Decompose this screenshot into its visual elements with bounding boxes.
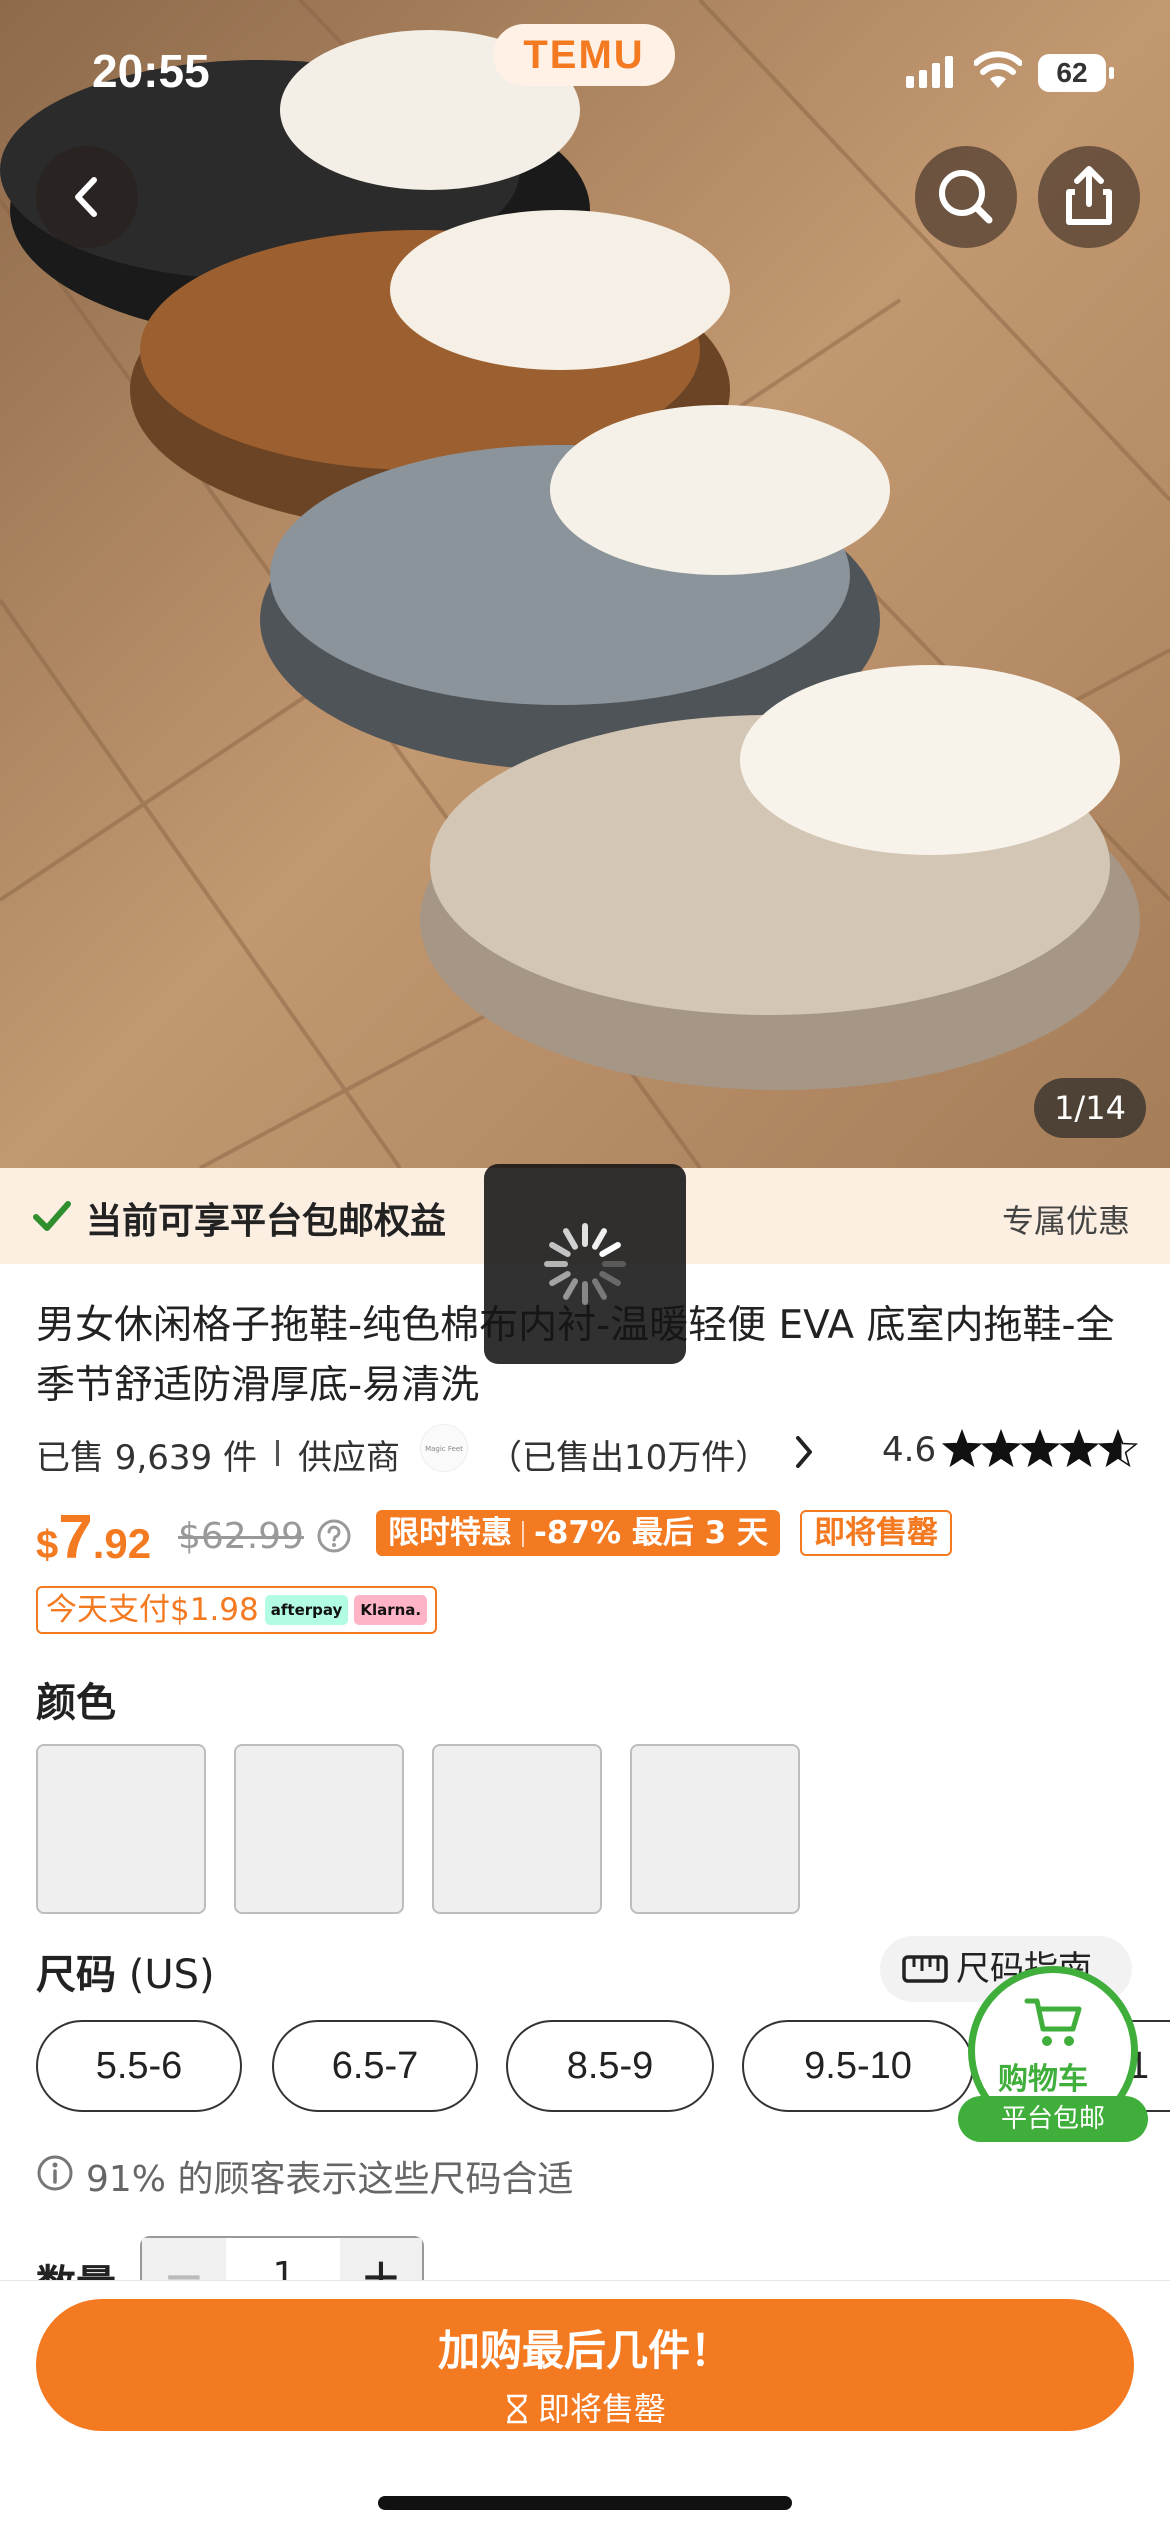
info-icon <box>37 2155 73 2191</box>
sales-supplier-row: 已售 9,639 件 供应商 Magic Feet （已售出10万件） 4.6 <box>36 1424 1146 1480</box>
bottom-action-bar: 加购最后几件！ 即将售罄 <box>0 2280 1170 2532</box>
temu-logo: TEMU <box>493 24 675 86</box>
spinner-spoke <box>599 1271 621 1286</box>
current-price: $7.92 <box>36 1502 151 1573</box>
back-button[interactable] <box>36 146 138 248</box>
rating-value[interactable]: 4.6 <box>882 1430 936 1470</box>
loading-overlay <box>484 1164 686 1364</box>
star-icon <box>1058 1428 1100 1468</box>
size-label-text: 尺码 <box>36 1952 116 1998</box>
signal-icon <box>906 56 953 88</box>
size-option[interactable]: 8.5-9 <box>506 2020 714 2112</box>
search-icon <box>939 170 993 224</box>
spinner-spoke <box>549 1242 571 1257</box>
price-currency: $ <box>36 1523 59 1567</box>
cta-sub-label: 即将售罄 <box>36 2384 1134 2430</box>
spinner-spoke <box>599 1242 621 1257</box>
share-button[interactable] <box>1038 146 1140 248</box>
free-shipping-tag: 平台包邮 <box>958 2096 1148 2142</box>
help-icon[interactable] <box>316 1518 352 1554</box>
cart-icon <box>1024 1998 1082 2046</box>
ruler-icon <box>902 1955 948 1983</box>
divider <box>276 1440 279 1466</box>
wifi-icon <box>974 51 1022 88</box>
star-icon <box>1019 1428 1061 1468</box>
size-fit-note: 91% 的顾客表示这些尺码合适 <box>36 2150 573 2202</box>
color-label: 颜色 <box>36 1680 116 1726</box>
afterpay-logo: afterpay <box>264 1595 349 1625</box>
star-icon <box>980 1428 1022 1468</box>
floating-cart-button[interactable]: 购物车 平台包邮 <box>958 1966 1148 2146</box>
check-icon <box>33 1201 71 1231</box>
klarna-logo: Klarna. <box>354 1595 428 1625</box>
pay-later-row[interactable]: 今天支付$1.98 afterpay Klarna. <box>36 1586 438 1634</box>
share-icon <box>1066 166 1112 225</box>
star-icon <box>1097 1428 1139 1468</box>
supplier-logo[interactable]: Magic Feet <box>420 1424 468 1472</box>
supplier-sold-count[interactable]: （已售出10万件） <box>488 1430 769 1479</box>
spinner-spoke <box>563 1278 578 1300</box>
size-unit: (US) <box>128 1952 215 1998</box>
limited-deal-badge: 限时特惠 -87% 最后 3 天 <box>376 1510 781 1556</box>
fit-note-text: 91% 的顾客表示这些尺码合适 <box>86 2159 574 2200</box>
pay-today-text: 今天支付$1.98 <box>46 1592 259 1628</box>
rating-stars[interactable] <box>942 1428 1142 1472</box>
promo-divider <box>522 1521 524 1547</box>
benefit-text: 当前可享平台包邮权益 <box>86 1201 447 1242</box>
color-swatch[interactable] <box>234 1744 404 1914</box>
spinner-spoke <box>592 1278 607 1300</box>
size-option[interactable]: 6.5-7 <box>272 2020 478 2112</box>
battery-indicator: 62 <box>1038 54 1114 92</box>
price-integer: 7 <box>58 1503 93 1572</box>
almost-sold-out-badge: 即将售罄 <box>800 1510 952 1556</box>
star-icon <box>942 1428 983 1468</box>
color-swatch[interactable] <box>432 1744 602 1914</box>
promo-label: 限时特惠 <box>388 1515 512 1551</box>
chevron-left-icon <box>75 177 97 217</box>
price-decimal: .92 <box>92 1520 152 1567</box>
add-to-cart-button[interactable]: 加购最后几件！ 即将售罄 <box>36 2299 1134 2431</box>
chevron-right-icon[interactable] <box>792 1432 816 1472</box>
hourglass-icon <box>506 2394 527 2424</box>
search-button[interactable] <box>915 146 1017 248</box>
color-swatch[interactable] <box>630 1744 800 1914</box>
spinner-spoke <box>563 1228 578 1250</box>
promo-detail: -87% 最后 3 天 <box>534 1515 769 1551</box>
exclusive-offer-link[interactable]: 专属优惠 <box>1002 1196 1130 1242</box>
size-label: 尺码 (US) <box>36 1942 215 2000</box>
price-row: $7.92 $62.99 限时特惠 -87% 最后 3 天 即将售罄 <box>36 1503 1146 1572</box>
home-indicator <box>378 2496 792 2510</box>
status-bar: 20:55 TEMU 62 <box>0 0 1170 140</box>
image-counter: 1/14 <box>1034 1078 1146 1138</box>
size-option[interactable]: 5.5-6 <box>36 2020 242 2112</box>
color-swatch[interactable] <box>36 1744 206 1914</box>
loading-spinner-icon <box>544 1223 626 1305</box>
original-price: $62.99 <box>178 1516 304 1557</box>
cart-label: 购物车 <box>998 2062 1088 2097</box>
cta-main-label: 加购最后几件！ <box>437 2326 732 2375</box>
product-image-gallery[interactable]: 20:55 TEMU 62 1/14 <box>0 0 1170 1168</box>
spinner-spoke <box>549 1271 571 1286</box>
cta-sub-text: 即将售罄 <box>537 2390 666 2428</box>
size-option[interactable]: 9.5-10 <box>742 2020 974 2112</box>
supplier-label[interactable]: 供应商 <box>298 1430 400 1479</box>
sold-count: 已售 9,639 件 <box>36 1438 257 1478</box>
status-time: 20:55 <box>92 45 210 97</box>
spinner-spoke <box>592 1228 607 1250</box>
